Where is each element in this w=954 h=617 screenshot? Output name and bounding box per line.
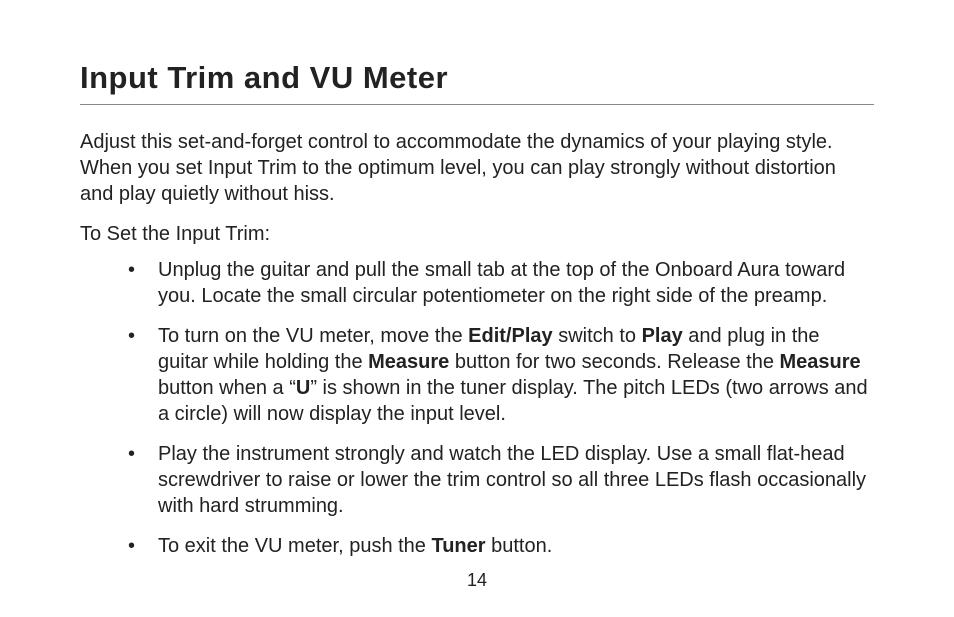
text: To exit the VU meter, push the [158, 535, 431, 557]
page-title: Input Trim and VU Meter [80, 60, 874, 105]
text: button for two seconds. Release the [449, 351, 779, 373]
text: button. [486, 535, 553, 557]
intro-paragraph: Adjust this set-and-forget control to ac… [80, 129, 874, 207]
list-item: To exit the VU meter, push the Tuner but… [128, 533, 874, 559]
bullet-list: Unplug the guitar and pull the small tab… [80, 257, 874, 559]
subhead: To Set the Input Trim: [80, 221, 874, 247]
text: switch to [553, 325, 642, 347]
list-item: Unplug the guitar and pull the small tab… [128, 257, 874, 309]
list-item: To turn on the VU meter, move the Edit/P… [128, 323, 874, 427]
list-item: Play the instrument strongly and watch t… [128, 441, 874, 519]
bold-text: Play [642, 325, 683, 347]
bold-text: Measure [780, 351, 861, 373]
bold-text: Edit/Play [468, 325, 552, 347]
document-page: Input Trim and VU Meter Adjust this set-… [0, 0, 954, 617]
bold-text: Tuner [431, 535, 485, 557]
page-number: 14 [0, 570, 954, 591]
text: button when a “ [158, 377, 296, 399]
bold-text: Measure [368, 351, 449, 373]
bold-text: U [296, 377, 310, 399]
text: To turn on the VU meter, move the [158, 325, 468, 347]
